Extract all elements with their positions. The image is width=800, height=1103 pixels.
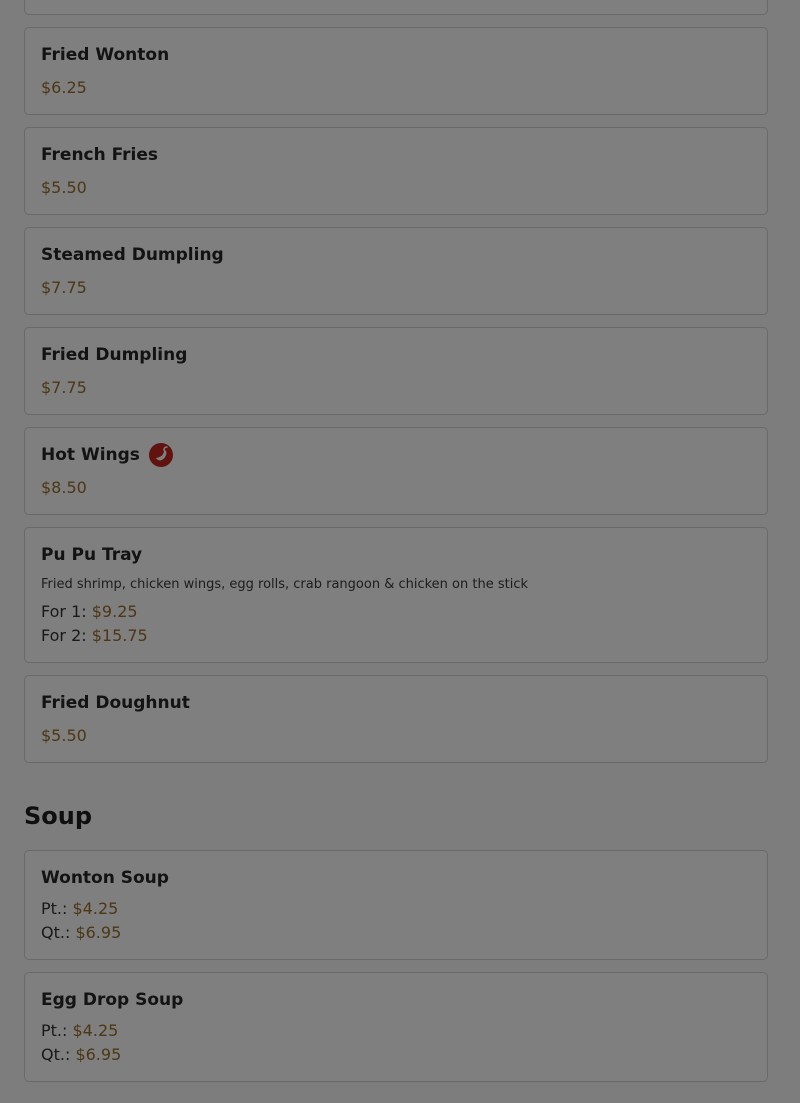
modal-backdrop-overlay[interactable] — [0, 0, 800, 1103]
